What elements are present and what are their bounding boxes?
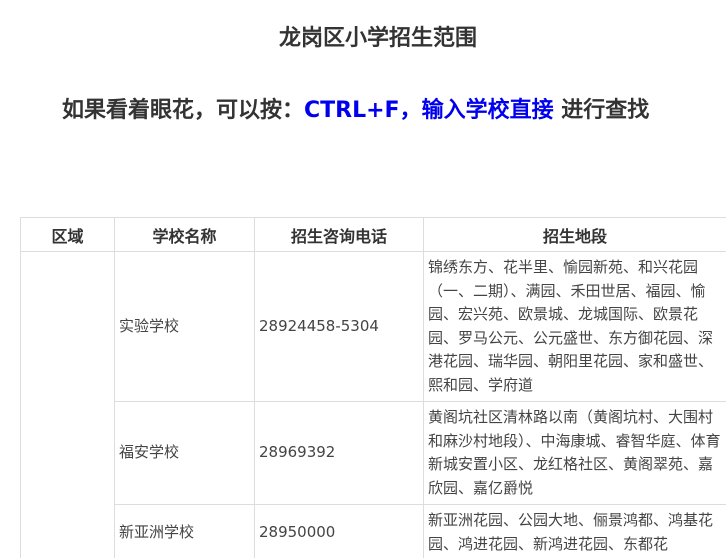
search-hint: 如果看着眼花，可以按：CTRL+F，输入学校直接 进行查找 (62, 92, 649, 124)
district-cell (20, 251, 115, 558)
enrollment-table: 区域 学校名称 招生咨询电话 招生地段 实验学校 28924458-5304 锦… (20, 217, 726, 558)
hint-shortcut: CTRL+F，输入学校直接 (304, 98, 554, 123)
header-phone: 招生咨询电话 (254, 217, 424, 252)
phone-number: 28924458-5304 (254, 251, 424, 402)
phone-number: 28969392 (254, 401, 424, 505)
page-title: 龙岗区小学招生范围 (278, 26, 477, 51)
table-row: 实验学校 28924458-5304 锦绣东方、花半里、愉园新苑、和兴花园（一、… (20, 251, 726, 558)
school-name: 福安学校 (114, 401, 255, 505)
table-header-row: 区域 学校名称 招生咨询电话 招生地段 (20, 217, 726, 252)
header-area: 招生地段 (423, 217, 726, 252)
enrollment-area: 新亚洲花园、公园大地、俪景鸿都、鸿基花园、鸿进花园、新鸿进花园、东都花 (423, 504, 726, 558)
enrollment-area: 锦绣东方、花半里、愉园新苑、和兴花园（一、二期）、满园、禾田世居、福园、愉园、宏… (423, 251, 726, 402)
table-row: 新亚洲学校 28950000 新亚洲花园、公园大地、俪景鸿都、鸿基花园、鸿进花园… (21, 504, 726, 558)
header-district: 区域 (20, 217, 115, 252)
hint-prefix: 如果看着眼花，可以按： (62, 98, 305, 123)
enrollment-area: 黄阁坑社区清林路以南（黄阁坑村、大围村和麻沙村地段）、中海康城、睿智华庭、体育新… (423, 401, 726, 505)
phone-number: 28950000 (254, 504, 424, 558)
header-school-name: 学校名称 (114, 217, 255, 252)
school-name: 新亚洲学校 (114, 504, 255, 558)
school-name: 实验学校 (114, 251, 255, 402)
hint-suffix: 进行查找 (553, 98, 650, 123)
table-row: 福安学校 28969392 黄阁坑社区清林路以南（黄阁坑村、大围村和麻沙村地段）… (21, 401, 726, 505)
